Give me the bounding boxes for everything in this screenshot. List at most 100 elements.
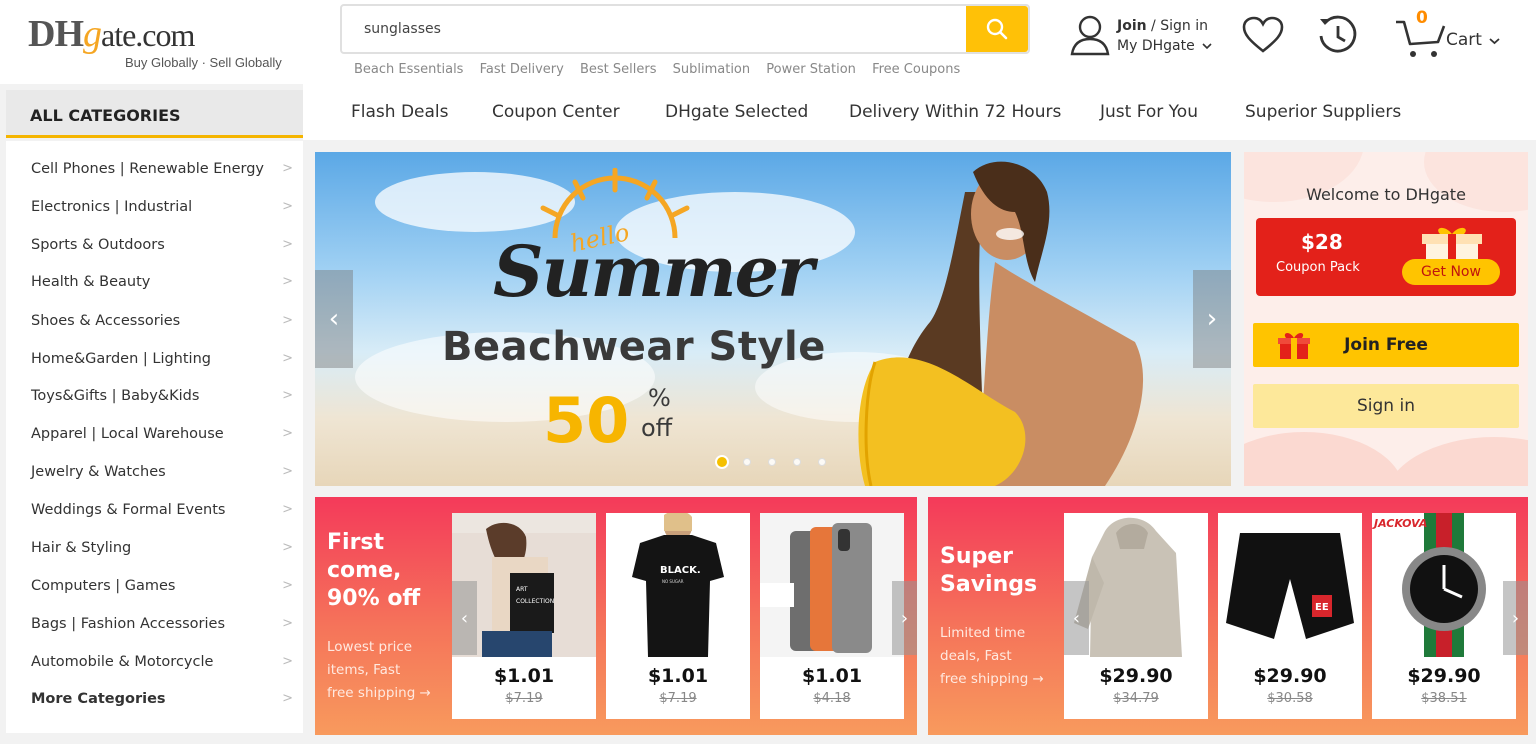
category-item[interactable]: Electronics | Industrial > (31, 199, 293, 237)
chevron-down-icon (1489, 38, 1500, 45)
pagination-dot[interactable] (793, 458, 801, 466)
category-item[interactable]: Weddings & Formal Events > (31, 502, 293, 540)
banner-discount-number: 50 (543, 384, 630, 457)
pagination-dot[interactable] (818, 458, 826, 466)
user-icon (1070, 15, 1110, 56)
banner-prev-button[interactable]: ‹ (315, 270, 353, 368)
category-item[interactable]: Home&Garden | Lighting > (31, 351, 293, 389)
pagination-dot[interactable] (768, 458, 776, 466)
join-free-label: Join Free (1344, 335, 1428, 355)
sign-in-label: Sign in (1357, 396, 1415, 416)
hot-search-words: Beach Essentials Fast Delivery Best Sell… (354, 62, 972, 77)
my-dhgate-link[interactable]: My DHgate (1117, 38, 1195, 54)
chevron-down-icon (1202, 43, 1212, 50)
category-item[interactable]: Apparel | Local Warehouse > (31, 426, 293, 464)
promo-title: Super Savings (940, 544, 1038, 597)
watch-brand-caption: JACKOVA (1372, 517, 1427, 530)
free-shipping-link[interactable]: free shipping → (940, 668, 1044, 691)
join-free-button[interactable]: Join Free (1253, 323, 1519, 367)
hot-word-link[interactable]: Fast Delivery (480, 62, 564, 77)
promo-next-button[interactable]: › (1503, 581, 1528, 655)
banner-headline: Beachwear Style (442, 324, 826, 370)
category-item[interactable]: Automobile & Motorcycle > (31, 654, 293, 692)
search-input[interactable] (342, 6, 968, 52)
join-link[interactable]: Join (1117, 18, 1147, 34)
free-shipping-link[interactable]: free shipping → (327, 682, 431, 705)
promo-prev-button[interactable]: ‹ (1064, 581, 1089, 655)
product-image: JACKOVA (1372, 513, 1516, 657)
hot-word-link[interactable]: Beach Essentials (354, 62, 463, 77)
nav-dhgate-selected[interactable]: DHgate Selected (665, 102, 808, 122)
sign-in-link[interactable]: / Sign in (1147, 18, 1208, 34)
get-now-button[interactable]: Get Now (1402, 259, 1500, 285)
all-categories-header[interactable]: ALL CATEGORIES (6, 90, 303, 138)
promo-title: First come, 90% off (327, 530, 421, 611)
category-sidebar: Cell Phones | Renewable Energy > Electron… (6, 141, 303, 733)
category-item[interactable]: Health & Beauty > (31, 274, 293, 312)
category-item[interactable]: Computers | Games > (31, 578, 293, 616)
category-item[interactable]: Toys&Gifts | Baby&Kids > (31, 388, 293, 426)
cart-button[interactable]: 0 Cart (1394, 8, 1514, 58)
coupon-pack-card[interactable]: $28 Coupon Pack Get Now (1256, 218, 1516, 296)
category-item[interactable]: Bags | Fashion Accessories > (31, 616, 293, 654)
search-icon (986, 18, 1008, 40)
category-item[interactable]: Sports & Outdoors > (31, 237, 293, 275)
account-menu[interactable]: Join / Sign in My DHgate (1068, 12, 1228, 60)
product-card[interactable]: $1.01 $4.18 (760, 513, 904, 719)
category-item[interactable]: Jewelry & Watches > (31, 464, 293, 502)
main-nav: Flash Deals Coupon Center DHgate Selecte… (303, 84, 1536, 140)
nav-flash-deals[interactable]: Flash Deals (351, 102, 449, 122)
chevron-right-icon: > (282, 578, 293, 593)
hot-word-link[interactable]: Power Station (766, 62, 856, 77)
banner-next-button[interactable]: › (1193, 270, 1231, 368)
promo-prev-button[interactable]: ‹ (452, 581, 477, 655)
dhgate-logo[interactable]: DHgate.com Buy Globally · Sell Globally (28, 12, 298, 74)
product-price: $1.01 (493, 665, 555, 687)
pagination-dot[interactable] (715, 455, 729, 469)
product-card[interactable]: JACKOVA $29.90 $38.51 (1372, 513, 1516, 719)
svg-text:NO SUGAR: NO SUGAR (662, 579, 684, 584)
hot-word-link[interactable]: Sublimation (673, 62, 751, 77)
hot-word-link[interactable]: Free Coupons (872, 62, 960, 77)
category-item[interactable]: Cell Phones | Renewable Energy > (31, 161, 293, 199)
chevron-left-icon: ‹ (460, 607, 469, 629)
more-categories-link[interactable]: More Categories > (31, 691, 293, 729)
product-card[interactable]: EE $29.90 $30.58 (1218, 513, 1362, 719)
category-item[interactable]: Shoes & Accessories > (31, 313, 293, 351)
product-image (760, 513, 904, 657)
wishlist-heart-icon[interactable] (1242, 16, 1284, 54)
coupon-label: Coupon Pack (1276, 260, 1360, 275)
chevron-right-icon: > (282, 388, 293, 403)
decor-circle (1244, 432, 1404, 486)
chevron-right-icon: > (282, 161, 293, 176)
chevron-left-icon: ‹ (1072, 607, 1081, 629)
hero-banner[interactable]: hello Summer Beachwear Style 50 % off ‹ … (315, 152, 1231, 486)
svg-text:BLACK.: BLACK. (660, 565, 701, 576)
sign-in-button[interactable]: Sign in (1253, 384, 1519, 428)
promo-first-come[interactable]: First come, 90% off Lowest price items, … (315, 497, 917, 735)
product-card[interactable]: BLACK. NO SUGAR $1.01 $7.19 (606, 513, 750, 719)
product-old-price: $4.18 (813, 691, 851, 706)
product-old-price: $7.19 (505, 691, 543, 706)
hot-word-link[interactable]: Best Sellers (580, 62, 657, 77)
promo-super-savings[interactable]: Super Savings Limited time deals, Fast f… (928, 497, 1528, 735)
nav-delivery-72-hours[interactable]: Delivery Within 72 Hours (849, 102, 1061, 122)
header: DHgate.com Buy Globally · Sell Globally … (0, 0, 1536, 84)
cart-label: Cart (1446, 30, 1500, 50)
chevron-right-icon: > (282, 351, 293, 366)
product-price: $29.90 (1253, 665, 1327, 687)
welcome-panel: Welcome to DHgate $28 Coupon Pack Get No… (1244, 152, 1528, 486)
category-item[interactable]: Hair & Styling > (31, 540, 293, 578)
search-bar (340, 4, 1030, 54)
nav-just-for-you[interactable]: Just For You (1100, 102, 1198, 122)
search-button[interactable] (966, 6, 1028, 52)
history-icon[interactable] (1316, 14, 1360, 58)
pagination-dot[interactable] (743, 458, 751, 466)
banner-off-text: off (641, 414, 673, 442)
svg-text:ART: ART (516, 586, 528, 593)
nav-coupon-center[interactable]: Coupon Center (492, 102, 620, 122)
model-woman-image (858, 161, 1144, 486)
promo-next-button[interactable]: › (892, 581, 917, 655)
product-price: $1.01 (801, 665, 863, 687)
nav-superior-suppliers[interactable]: Superior Suppliers (1245, 102, 1401, 122)
